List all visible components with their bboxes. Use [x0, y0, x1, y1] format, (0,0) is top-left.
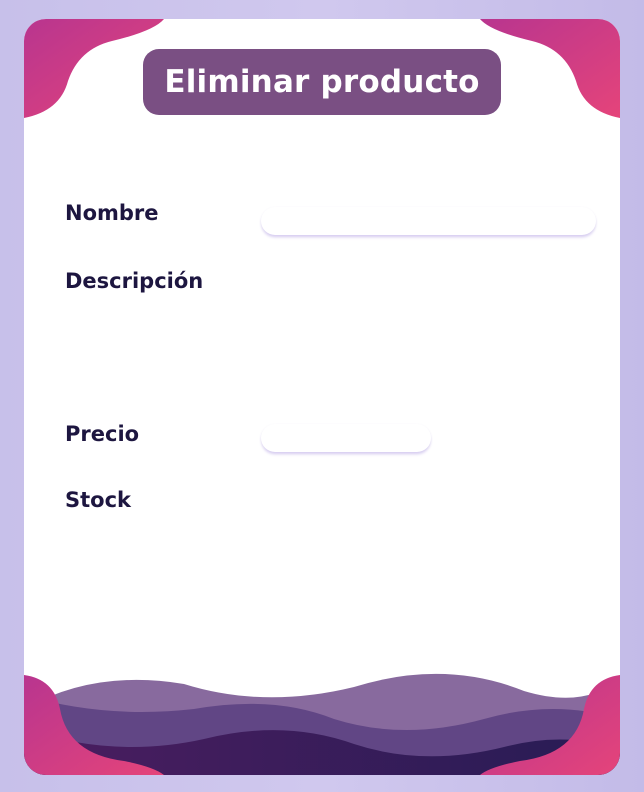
- descripcion-label: Descripción: [65, 269, 204, 293]
- form-card: Eliminar producto Nombre Descripción Pre…: [24, 19, 620, 775]
- page-title: Eliminar producto: [143, 49, 501, 115]
- decorative-background-shapes: [24, 19, 620, 775]
- descripcion-textarea[interactable]: [261, 269, 596, 389]
- stock-label: Stock: [65, 488, 132, 512]
- nombre-input[interactable]: [261, 207, 596, 235]
- stock-input[interactable]: [261, 489, 431, 517]
- precio-label: Precio: [65, 422, 140, 446]
- nombre-label: Nombre: [65, 201, 159, 225]
- top-right-blob-shape: [480, 19, 620, 118]
- precio-input[interactable]: [261, 424, 431, 452]
